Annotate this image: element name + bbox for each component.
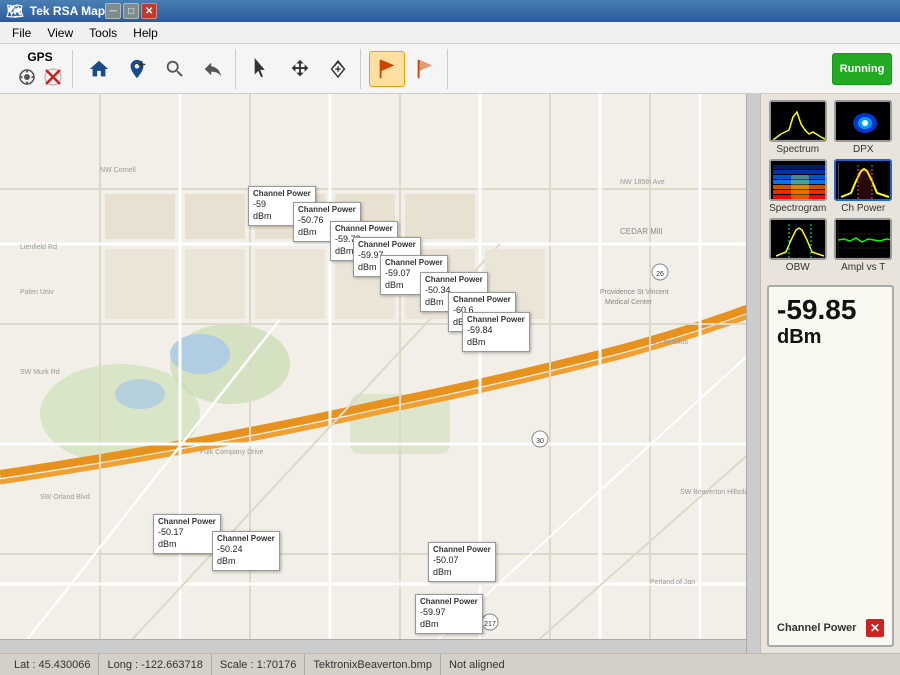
channel-power-marker[interactable]: Channel Power-50.07dBm <box>428 542 496 582</box>
svg-text:Fulk Company Drive: Fulk Company Drive <box>200 449 264 456</box>
chpower-label: Ch Power <box>841 203 885 214</box>
gps-icons <box>16 66 64 88</box>
svg-text:Palen Univ: Palen Univ <box>20 289 54 296</box>
ch-power-close-button[interactable]: ✕ <box>866 619 884 637</box>
statusbar: Lat : 45.430066 Long : -122.663718 Scale… <box>0 653 900 675</box>
channel-power-marker[interactable]: Channel Power-59.97dBm <box>415 594 483 634</box>
gps-no-signal-icon <box>42 66 64 88</box>
spectrogram-label: Spectrogram <box>769 203 826 214</box>
map-scroll-vertical[interactable] <box>746 94 760 653</box>
svg-text:Lienfield Rd: Lienfield Rd <box>20 244 57 251</box>
status-alignment: Not aligned <box>441 654 513 675</box>
svg-text:SW Orland Blvd: SW Orland Blvd <box>40 494 90 501</box>
channel-power-marker[interactable]: Channel Power-50.24dBm <box>212 531 280 571</box>
ch-power-reading: -59.85 dBm <box>777 295 884 349</box>
svg-text:Providence St Vincent: Providence St Vincent <box>600 289 669 296</box>
channel-power-marker[interactable]: Channel Power-50.17dBm <box>153 514 221 554</box>
menu-file[interactable]: File <box>4 24 39 42</box>
pan-button[interactable] <box>195 51 231 87</box>
amplvst-label: Ampl vs T <box>841 262 885 273</box>
gps-settings-icon[interactable] <box>16 66 38 88</box>
running-button[interactable]: Running <box>832 53 892 85</box>
ch-power-unit: dBm <box>777 326 884 349</box>
instrument-grid: Spectrum DPX <box>761 94 900 279</box>
dpx-thumbnail <box>834 100 892 142</box>
flag-button[interactable] <box>407 51 443 87</box>
menu-view[interactable]: View <box>39 24 81 42</box>
dpx-button[interactable]: DPX <box>833 100 895 155</box>
locate-button[interactable] <box>119 51 155 87</box>
svg-text:Perland of Jan: Perland of Jan <box>650 579 695 586</box>
toolbar-select <box>240 49 361 89</box>
svg-text:Medical Center: Medical Center <box>605 299 653 306</box>
maximize-button[interactable]: □ <box>123 3 139 19</box>
obw-button[interactable]: OBW <box>767 218 829 273</box>
map-scroll-horizontal[interactable] <box>0 639 746 653</box>
svg-text:St Cornelius: St Cornelius <box>650 339 689 346</box>
svg-text:26: 26 <box>656 271 664 278</box>
measure-button[interactable] <box>320 51 356 87</box>
chpower-thumbnail <box>834 159 892 201</box>
svg-text:30: 30 <box>536 438 544 445</box>
svg-text:SW Murk Rd: SW Murk Rd <box>20 369 60 376</box>
toolbar: GPS <box>0 44 900 94</box>
spectrogram-thumbnail <box>769 159 827 201</box>
svg-text:CEDAR Mill: CEDAR Mill <box>620 227 662 236</box>
channel-power-marker[interactable]: Channel Power-59.84dBm <box>462 312 530 352</box>
home-button[interactable] <box>81 51 117 87</box>
status-lat: Lat : 45.430066 <box>6 654 99 675</box>
ch-power-label: Channel Power <box>777 622 856 634</box>
spectrum-thumbnail <box>769 100 827 142</box>
gps-label: GPS <box>27 50 52 64</box>
flag-active-button[interactable] <box>369 51 405 87</box>
window-icon: 🗺 <box>6 3 24 20</box>
main-area: Google 30 26 217 CEDAR Mill NW 185th Ave… <box>0 94 900 653</box>
obw-thumbnail <box>769 218 827 260</box>
status-filename: TektronixBeaverton.bmp <box>305 654 441 675</box>
chpower-button[interactable]: Ch Power <box>833 159 895 214</box>
spectrum-button[interactable]: Spectrum <box>767 100 829 155</box>
right-panel: Spectrum DPX <box>760 94 900 653</box>
map-area[interactable]: Google 30 26 217 CEDAR Mill NW 185th Ave… <box>0 94 760 653</box>
menu-help[interactable]: Help <box>125 24 166 42</box>
svg-text:217: 217 <box>484 621 496 628</box>
close-button[interactable]: ✕ <box>141 3 157 19</box>
search-button[interactable] <box>157 51 193 87</box>
select-button[interactable] <box>244 51 280 87</box>
running-section: Running <box>832 53 892 85</box>
ch-power-value: -59.85 <box>777 295 884 326</box>
svg-text:NW 185th Ave: NW 185th Ave <box>620 179 665 186</box>
ch-power-display: -59.85 dBm Channel Power ✕ <box>767 285 894 647</box>
menu-tools[interactable]: Tools <box>81 24 125 42</box>
toolbar-nav <box>77 49 236 89</box>
amplvst-button[interactable]: Ampl vs T <box>833 218 895 273</box>
titlebar-title: Tek RSA Map <box>30 4 105 18</box>
titlebar-controls: ─ □ ✕ <box>105 3 157 19</box>
svg-text:NW Cornell: NW Cornell <box>100 167 136 174</box>
status-long: Long : -122.663718 <box>99 654 211 675</box>
toolbar-flags <box>365 49 448 89</box>
spectrum-label: Spectrum <box>776 144 819 155</box>
amplvst-thumbnail <box>834 218 892 260</box>
menubar: File View Tools Help <box>0 22 900 44</box>
gps-group: GPS <box>8 50 73 88</box>
move-button[interactable] <box>282 51 318 87</box>
spectrogram-button[interactable]: Spectrogram <box>767 159 829 214</box>
dpx-label: DPX <box>853 144 874 155</box>
map-svg: Google 30 26 217 CEDAR Mill NW 185th Ave… <box>0 94 760 653</box>
minimize-button[interactable]: ─ <box>105 3 121 19</box>
ch-power-footer: Channel Power ✕ <box>777 619 884 637</box>
titlebar: 🗺 Tek RSA Map ─ □ ✕ <box>0 0 900 22</box>
obw-label: OBW <box>786 262 810 273</box>
status-scale: Scale : 1:70176 <box>212 654 305 675</box>
